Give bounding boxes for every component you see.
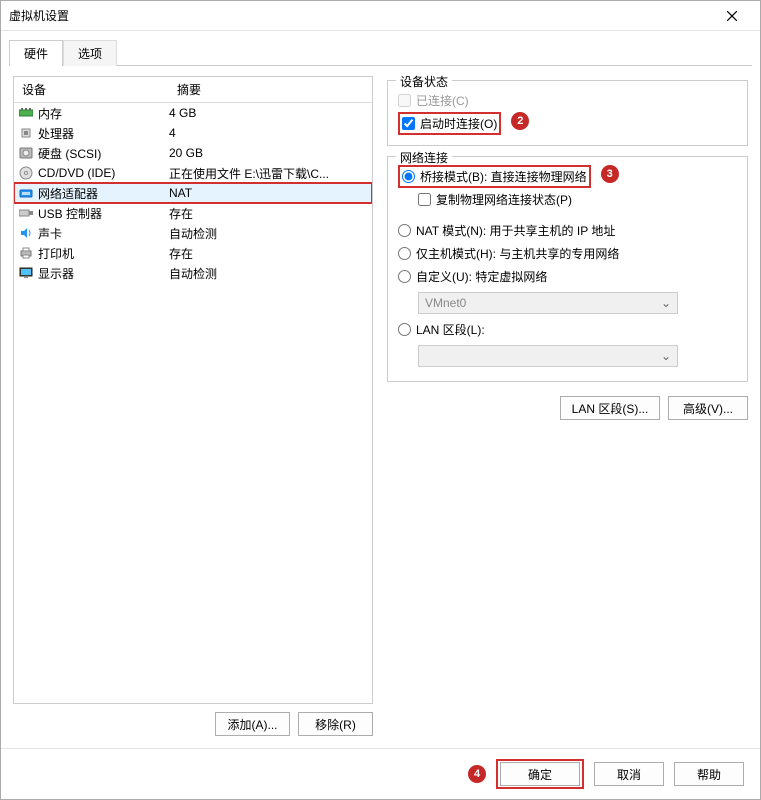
left-buttons: 添加(A)... 移除(R): [13, 704, 373, 744]
lan-segments-button[interactable]: LAN 区段(S)...: [560, 396, 660, 420]
device-name: 内存: [38, 105, 169, 122]
device-status-group: 设备状态 已连接(C) 启动时连接(O) 2: [387, 80, 748, 146]
device-list: 设备 摘要 内存4 GB处理器4硬盘 (SCSI)20 GBCD/DVD (ID…: [13, 76, 373, 704]
hardware-panel: 设备 摘要 内存4 GB处理器4硬盘 (SCSI)20 GBCD/DVD (ID…: [9, 65, 752, 748]
right-bottom-buttons: LAN 区段(S)... 高级(V)...: [387, 392, 748, 424]
close-button[interactable]: [712, 2, 752, 30]
replicate-label: 复制物理网络连接状态(P): [436, 191, 572, 208]
left-pane: 设备 摘要 内存4 GB处理器4硬盘 (SCSI)20 GBCD/DVD (ID…: [13, 76, 373, 744]
device-summary: 4: [169, 126, 368, 140]
device-summary: NAT: [169, 186, 368, 200]
device-row-net[interactable]: 网络适配器NAT1: [14, 183, 372, 203]
ok-button[interactable]: 确定: [500, 762, 580, 786]
custom-vmnet-value: VMnet0: [425, 296, 466, 310]
lan-radio[interactable]: [398, 323, 411, 336]
chevron-down-icon: ⌄: [661, 349, 671, 363]
device-name: 硬盘 (SCSI): [38, 145, 169, 162]
custom-row: 自定义(U): 特定虚拟网络: [398, 265, 737, 288]
device-name: 声卡: [38, 225, 169, 242]
connect-poweron-highlight: 启动时连接(O): [398, 112, 501, 135]
display-icon: [18, 265, 34, 281]
tab-options[interactable]: 选项: [63, 40, 117, 66]
device-list-header: 设备 摘要: [14, 77, 372, 103]
col-header-summary: 摘要: [169, 77, 372, 102]
device-status-title: 设备状态: [396, 73, 452, 90]
tab-bar: 硬件 选项: [1, 31, 760, 65]
device-name: 处理器: [38, 125, 169, 142]
net-icon: [18, 185, 34, 201]
connect-poweron-label: 启动时连接(O): [420, 115, 497, 132]
nat-radio[interactable]: [398, 224, 411, 237]
col-header-device: 设备: [14, 77, 169, 102]
disk-icon: [18, 145, 34, 161]
cd-icon: [18, 165, 34, 181]
cpu-icon: [18, 125, 34, 141]
device-summary: 存在: [169, 245, 368, 262]
bridged-highlight: 桥接模式(B): 直接连接物理网络: [398, 165, 591, 188]
connected-label: 已连接(C): [416, 92, 469, 109]
device-row-usb[interactable]: USB 控制器存在: [14, 203, 372, 223]
nat-label: NAT 模式(N): 用于共享主机的 IP 地址: [416, 222, 615, 239]
sound-icon: [18, 225, 34, 241]
network-connection-title: 网络连接: [396, 149, 452, 166]
lan-segment-select: ⌄: [418, 345, 678, 367]
network-connection-group: 网络连接 桥接模式(B): 直接连接物理网络 3 复制物理网络连接状态(P) N…: [387, 156, 748, 382]
replicate-checkbox[interactable]: [418, 193, 431, 206]
device-summary: 20 GB: [169, 146, 368, 160]
chevron-down-icon: ⌄: [661, 296, 671, 310]
badge-4: 4: [468, 765, 486, 783]
device-summary: 自动检测: [169, 265, 368, 282]
device-row-memory[interactable]: 内存4 GB: [14, 103, 372, 123]
window-title: 虚拟机设置: [9, 7, 712, 24]
badge-2: 2: [511, 112, 529, 130]
titlebar: 虚拟机设置: [1, 1, 760, 31]
device-name: 显示器: [38, 265, 169, 282]
device-summary: 4 GB: [169, 106, 368, 120]
device-summary: 自动检测: [169, 225, 368, 242]
connect-poweron-checkbox[interactable]: [402, 117, 415, 130]
hostonly-radio[interactable]: [398, 247, 411, 260]
device-row-printer[interactable]: 打印机存在: [14, 243, 372, 263]
close-icon: [727, 11, 737, 21]
memory-icon: [18, 105, 34, 121]
remove-button[interactable]: 移除(R): [298, 712, 373, 736]
right-pane: 设备状态 已连接(C) 启动时连接(O) 2 网络连接: [387, 76, 748, 744]
badge-3: 3: [601, 165, 619, 183]
custom-vmnet-select: VMnet0 ⌄: [418, 292, 678, 314]
device-row-sound[interactable]: 声卡自动检测: [14, 223, 372, 243]
cancel-button[interactable]: 取消: [594, 762, 664, 786]
dialog-footer: 4 确定 取消 帮助: [1, 748, 760, 799]
help-button[interactable]: 帮助: [674, 762, 744, 786]
replicate-row: 复制物理网络连接状态(P): [418, 188, 737, 211]
hostonly-label: 仅主机模式(H): 与主机共享的专用网络: [416, 245, 619, 262]
nat-row: NAT 模式(N): 用于共享主机的 IP 地址: [398, 219, 737, 242]
advanced-button[interactable]: 高级(V)...: [668, 396, 748, 420]
device-name: USB 控制器: [38, 205, 169, 222]
bridged-label: 桥接模式(B): 直接连接物理网络: [420, 168, 587, 185]
tab-hardware[interactable]: 硬件: [9, 40, 63, 66]
ok-highlight: 确定: [496, 759, 584, 789]
custom-radio[interactable]: [398, 270, 411, 283]
device-row-cd[interactable]: CD/DVD (IDE)正在使用文件 E:\迅雷下载\C...: [14, 163, 372, 183]
custom-label: 自定义(U): 特定虚拟网络: [416, 268, 547, 285]
lan-label: LAN 区段(L):: [416, 321, 485, 338]
hostonly-row: 仅主机模式(H): 与主机共享的专用网络: [398, 242, 737, 265]
device-summary: 存在: [169, 205, 368, 222]
device-summary: 正在使用文件 E:\迅雷下载\C...: [169, 165, 368, 182]
device-row-display[interactable]: 显示器自动检测: [14, 263, 372, 283]
device-name: 网络适配器: [38, 185, 169, 202]
device-name: CD/DVD (IDE): [38, 166, 169, 180]
device-row-disk[interactable]: 硬盘 (SCSI)20 GB: [14, 143, 372, 163]
printer-icon: [18, 245, 34, 261]
connected-row: 已连接(C): [398, 89, 737, 112]
bridged-radio[interactable]: [402, 170, 415, 183]
device-name: 打印机: [38, 245, 169, 262]
connected-checkbox: [398, 94, 411, 107]
lan-row: LAN 区段(L):: [398, 318, 737, 341]
device-row-cpu[interactable]: 处理器4: [14, 123, 372, 143]
add-button[interactable]: 添加(A)...: [215, 712, 290, 736]
usb-icon: [18, 205, 34, 221]
vm-settings-dialog: 虚拟机设置 硬件 选项 设备 摘要 内存4 GB处理器4硬盘 (SCSI)20 …: [0, 0, 761, 800]
